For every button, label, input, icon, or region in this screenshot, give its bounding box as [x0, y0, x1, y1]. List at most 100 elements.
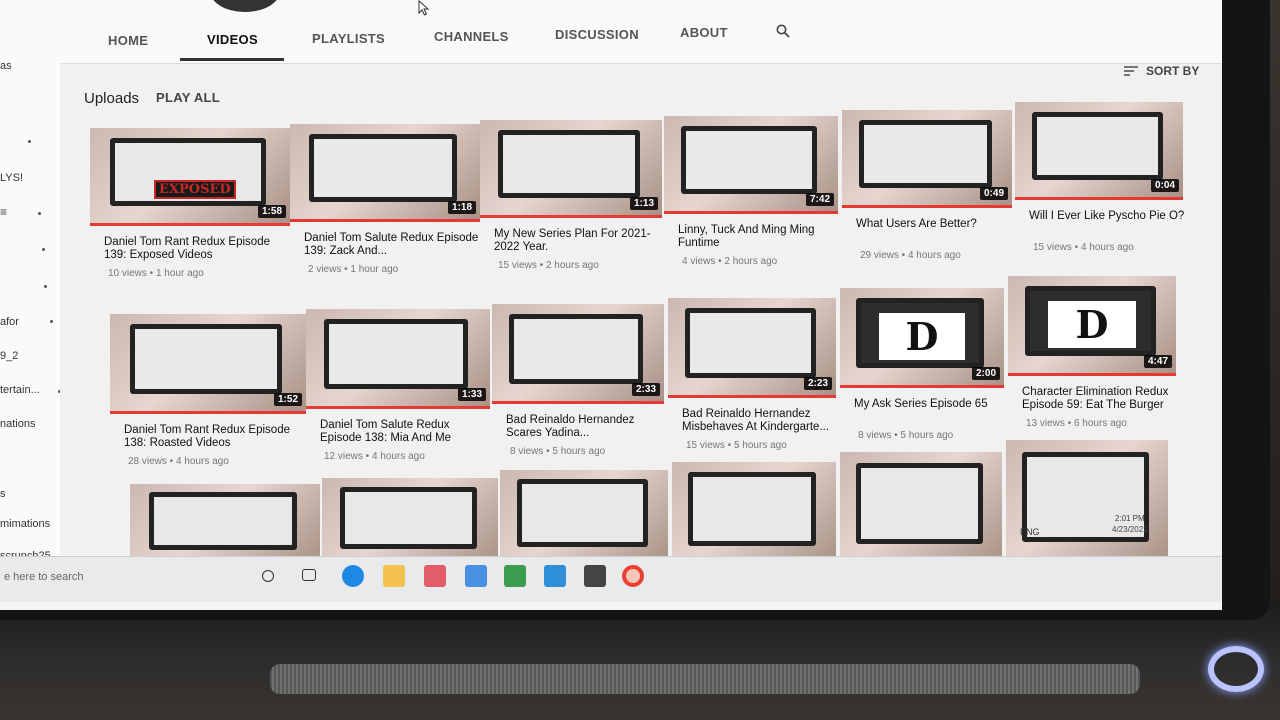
video-thumbnail[interactable]: 1:18 — [290, 124, 480, 222]
video-thumbnail[interactable]: 1:52 — [110, 314, 306, 414]
sidebar-item[interactable]: s — [0, 488, 6, 500]
exposed-stamp: EXPOSED — [154, 180, 236, 199]
laptop-speaker-grille — [270, 664, 1140, 694]
sidebar-dot — [38, 212, 41, 215]
video-duration: 1:18 — [447, 201, 476, 214]
video-duration: 0:04 — [1150, 179, 1179, 192]
laptop-screen: as LYS! afor 9_2 tertain... nations s mi… — [0, 0, 1222, 610]
video-duration: 1:52 — [273, 393, 302, 406]
video-thumbnail[interactable]: 0:49 — [842, 110, 1012, 208]
video-thumbnail[interactable]: 2:23 — [668, 298, 836, 398]
store-icon[interactable] — [584, 565, 606, 587]
tray-clock[interactable]: 2:01 PM 4/23/2021 — [1112, 513, 1148, 535]
active-tab-indicator — [180, 58, 284, 61]
sort-icon[interactable] — [1124, 66, 1138, 76]
video-card[interactable]: 1:18 Daniel Tom Salute Redux Episode 139:… — [290, 124, 480, 286]
video-card[interactable]: EXPOSED 1:58 Daniel Tom Rant Redux Episode… — [90, 128, 290, 290]
tab-home[interactable]: HOME — [108, 33, 148, 48]
video-title[interactable]: My Ask Series Episode 65 — [854, 398, 1008, 411]
tab-videos[interactable]: VIDEOS — [207, 32, 258, 47]
sidebar-item[interactable]: tertain... — [0, 384, 40, 396]
video-card[interactable]: 1:13 My New Series Plan For 2021-2022 Yea… — [480, 120, 662, 282]
video-meta: 28 views • 4 hours ago — [128, 456, 229, 467]
taskbar-search-input[interactable]: e here to search — [0, 571, 230, 601]
video-duration: 2:33 — [631, 383, 660, 396]
video-card[interactable]: 1:33 Daniel Tom Salute Redux Episode 138:… — [306, 309, 490, 473]
video-thumbnail[interactable] — [500, 470, 668, 564]
video-card[interactable]: 0:49 What Users Are Better? 29 views • 4 h… — [842, 110, 1012, 272]
video-duration: 1:33 — [457, 388, 486, 401]
video-card[interactable]: D 2:00 My Ask Series Episode 65 8 views • 5… — [840, 288, 1004, 452]
video-meta: 15 views • 2 hours ago — [498, 260, 599, 271]
tab-channels[interactable]: CHANNELS — [434, 29, 509, 44]
mail-icon[interactable] — [544, 565, 566, 587]
video-meta: 4 views • 2 hours ago — [682, 256, 778, 267]
video-title[interactable]: My New Series Plan For 2021-2022 Year. — [494, 228, 666, 254]
sidebar-item[interactable]: LYS! — [0, 172, 23, 184]
video-thumbnail[interactable]: 2:33 — [492, 304, 664, 404]
video-thumbnail[interactable] — [840, 452, 1002, 564]
video-meta: 15 views • 4 hours ago — [1033, 242, 1134, 253]
sidebar-item[interactable]: 9_2 — [0, 350, 18, 362]
video-card[interactable]: 0:04 Will I Ever Like Pyscho Pie O? 15 vie… — [1015, 102, 1184, 264]
chrome-icon[interactable] — [622, 565, 644, 587]
video-meta: 8 views • 5 hours ago — [858, 430, 954, 441]
file-explorer-icon[interactable] — [383, 565, 405, 587]
tray-lang[interactable]: ENG — [1020, 527, 1040, 537]
video-duration: 1:13 — [629, 197, 658, 210]
video-duration: 2:00 — [971, 367, 1000, 380]
sidebar: as LYS! afor 9_2 tertain... nations s mi… — [0, 0, 65, 580]
search-icon[interactable] — [776, 24, 790, 38]
play-all-button[interactable]: PLAY ALL — [156, 90, 220, 105]
channel-avatar[interactable] — [210, 0, 280, 12]
video-thumbnail[interactable]: 7:42 — [664, 116, 838, 214]
video-title[interactable]: Daniel Tom Rant Redux Episode 138: Roast… — [124, 424, 310, 450]
video-title[interactable]: Daniel Tom Salute Redux Episode 138: Mia… — [320, 419, 494, 445]
video-title[interactable]: Linny, Tuck And Ming Ming Funtime — [678, 224, 842, 250]
video-card[interactable]: 7:42 Linny, Tuck And Ming Ming Funtime 4 v… — [664, 116, 838, 278]
tab-discussion[interactable]: DISCUSSION — [555, 27, 639, 42]
sort-by-button[interactable]: SORT BY — [1146, 64, 1199, 78]
edge-icon[interactable] — [342, 565, 364, 587]
video-title[interactable]: Bad Reinaldo Hernandez Misbehaves At Kin… — [682, 408, 840, 434]
task-view-icon[interactable] — [302, 569, 316, 581]
video-card[interactable]: D 4:47 Character Elimination Redux Episode… — [1008, 276, 1176, 440]
video-thumbnail[interactable]: 1:13 — [480, 120, 662, 218]
photo-stage: as LYS! afor 9_2 tertain... nations s mi… — [0, 0, 1280, 720]
video-thumbnail[interactable]: D 2:00 — [840, 288, 1004, 388]
video-thumbnail[interactable] — [1006, 440, 1168, 564]
video-title[interactable]: Daniel Tom Rant Redux Episode 139: Expos… — [104, 236, 294, 262]
thumbnail-letter: D — [1048, 301, 1136, 348]
video-title[interactable]: Bad Reinaldo Hernandez Scares Yadina... — [506, 414, 668, 440]
video-thumbnail[interactable]: 0:04 — [1015, 102, 1183, 200]
video-thumbnail[interactable]: D 4:47 — [1008, 276, 1176, 376]
video-title[interactable]: What Users Are Better? — [856, 218, 1016, 231]
sidebar-dot — [42, 248, 45, 251]
video-thumbnail[interactable] — [672, 462, 836, 564]
app-icon[interactable] — [424, 565, 446, 587]
video-card[interactable]: 1:52 Daniel Tom Rant Redux Episode 138: R… — [110, 314, 306, 478]
video-thumbnail[interactable] — [322, 478, 498, 564]
video-title[interactable]: Character Elimination Redux Episode 59: … — [1022, 386, 1180, 412]
sidebar-item[interactable]: nations — [0, 418, 35, 430]
sidebar-dot — [44, 285, 47, 288]
sidebar-item[interactable]: mimations — [0, 518, 50, 530]
videos-content: Uploads PLAY ALL SORT BY EXPOSED 1:58 Dani… — [60, 64, 1222, 584]
video-title[interactable]: Will I Ever Like Pyscho Pie O? — [1029, 210, 1187, 223]
video-thumbnail[interactable] — [130, 484, 320, 564]
cortana-icon[interactable] — [262, 570, 274, 582]
sidebar-menu-icon: ≡ — [0, 205, 8, 219]
tab-about[interactable]: ABOUT — [680, 25, 728, 40]
sidebar-item[interactable]: afor — [0, 316, 19, 328]
video-thumbnail[interactable]: EXPOSED 1:58 — [90, 128, 290, 226]
photos-icon[interactable] — [465, 565, 487, 587]
video-card[interactable]: 2:23 Bad Reinaldo Hernandez Misbehaves At… — [668, 298, 836, 462]
tab-playlists[interactable]: PLAYLISTS — [312, 31, 385, 46]
video-thumbnail[interactable]: 1:33 — [306, 309, 490, 409]
word-icon[interactable] — [504, 565, 526, 587]
video-card[interactable]: 2:33 Bad Reinaldo Hernandez Scares Yadina… — [492, 304, 664, 468]
tray-time: 2:01 PM — [1114, 514, 1145, 523]
power-button-light — [1208, 646, 1264, 692]
sidebar-item[interactable]: as — [0, 60, 12, 72]
video-title[interactable]: Daniel Tom Salute Redux Episode 139: Zac… — [304, 232, 484, 258]
